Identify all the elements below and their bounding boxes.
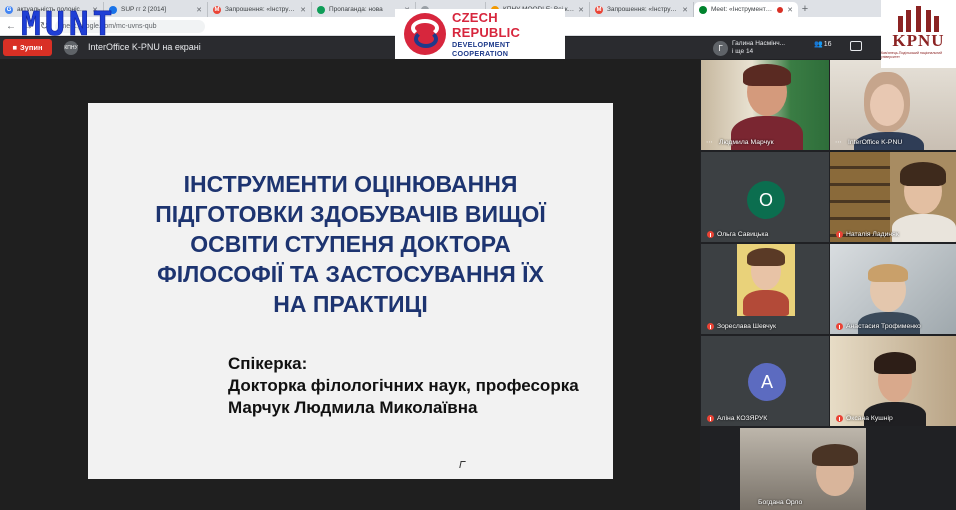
back-arrow-icon[interactable]: ← [6, 21, 16, 32]
participant-name: Ольга Савицька [707, 231, 768, 238]
czech-development-cooperation-logo: CZECH REPUBLIC DEVELOPMENT COOPERATION [395, 9, 565, 59]
browser-tab[interactable]: M Запрошення: «Інструменти✕ [590, 2, 694, 17]
logo-line1: CZECH REPUBLIC [452, 10, 521, 40]
person-hair [812, 444, 858, 466]
megaphone-icon [317, 5, 325, 14]
recording-icon [777, 6, 784, 13]
mouse-cursor-icon [459, 461, 466, 468]
participant-tile[interactable]: А Аліна КОЗЯРУК [701, 336, 829, 426]
speaker-heading: Спікерка: [228, 354, 308, 373]
stop-presenting-label: Зупин [19, 43, 43, 52]
more-options-icon[interactable]: ⋯ [835, 138, 842, 146]
czech-emblem-icon [404, 13, 446, 55]
participant-tile[interactable]: Богдана Орло [740, 428, 866, 510]
participant-count: 16 [823, 40, 832, 48]
participant-tile[interactable]: Наталія Ладиняк [830, 152, 956, 242]
slide-title-line: ІНСТРУМЕНТИ ОЦІНЮВАННЯ [183, 171, 518, 197]
mic-off-icon [836, 415, 843, 422]
slide-title-line: ОСВІТИ СТУПЕНЯ ДОКТОРА [190, 231, 511, 257]
person-hair [747, 248, 785, 266]
kpnu-logo: KPNU Кам'янець-Подільський національний … [881, 0, 956, 68]
tab-label: Запрошення: «Інструменти [607, 6, 679, 13]
slide-title-line: ПІДГОТОВКИ ЗДОБУВАЧІВ ВИЩОЇ [155, 201, 546, 227]
mic-off-icon [707, 415, 714, 422]
participant-avatar: А [748, 363, 786, 401]
tab-label: SUP гг 2 [2014] [121, 6, 167, 13]
kpnu-text: KPNU [892, 31, 945, 50]
person-hair [900, 162, 946, 186]
person-face [870, 84, 904, 126]
university-building-icon [896, 6, 942, 32]
participant-tile[interactable]: Оксана Кушнір [830, 336, 956, 426]
mic-off-icon [836, 231, 843, 238]
person-hair [743, 64, 791, 86]
participants-summary[interactable]: Г Галина Насмінч... і ще 14 [713, 37, 801, 59]
bookshelf-background [830, 152, 890, 242]
person-body [864, 402, 926, 426]
slide-speaker: Спікерка: Докторка філологічних наук, пр… [228, 353, 579, 419]
person-body [892, 214, 956, 242]
browser-tab[interactable]: M Запрошення: «Інструменти✕ [208, 2, 312, 17]
participant-tile[interactable]: Зореслава Шевчук [701, 244, 829, 334]
stop-icon: ■ [12, 43, 17, 52]
screen: Gактуальність полоністики ✕ SUP гг 2 [201… [0, 0, 956, 510]
mic-off-icon [707, 323, 714, 330]
munt-watermark: MUNT [21, 4, 117, 44]
mic-off-icon [707, 231, 714, 238]
tab-label: Meet: «Інструменти о [711, 6, 774, 13]
gmail-icon: M [213, 5, 221, 14]
participant-avatar: Г [713, 40, 728, 56]
slide-title-line: ФІЛОСОФІЇ ТА ЗАСТОСУВАННЯ ЇХ [157, 261, 544, 287]
tab-label: Пропаганда: нова [329, 6, 383, 13]
close-icon[interactable]: ✕ [682, 6, 688, 14]
participant-name: Наталія Ладиняк [836, 231, 899, 238]
participant-summary-line1: Галина Насмінч... [732, 40, 786, 47]
logo-line2: DEVELOPMENT COOPERATION [452, 40, 511, 58]
slide-title-line: НА ПРАКТИЦІ [273, 291, 428, 317]
participant-tile[interactable]: ⋯ Людмила Марчук [701, 60, 829, 150]
participant-name: Анастасия Трофименко [836, 323, 921, 330]
participants-button[interactable]: 👥 16 [814, 40, 832, 49]
participant-tile[interactable]: Анастасия Трофименко [830, 244, 956, 334]
participant-name: Зореслава Шевчук [707, 323, 776, 330]
participant-summary-line2: і ще 14 [732, 48, 754, 55]
meet-icon [699, 5, 707, 14]
people-icon: 👥 [814, 41, 823, 48]
person-body [743, 290, 789, 316]
speaker-name: Марчук Людмила Миколаївна [228, 398, 478, 417]
chat-icon[interactable] [850, 41, 862, 51]
browser-tab-active[interactable]: Meet: «Інструменти о ✕ [694, 2, 798, 17]
participant-tile[interactable]: О Ольга Савицька [701, 152, 829, 242]
browser-tab[interactable]: SUP гг 2 [2014] ✕ [104, 2, 208, 17]
participant-name: Аліна КОЗЯРУК [707, 415, 767, 422]
close-icon[interactable]: ✕ [196, 6, 202, 14]
participant-name: Богдана Орло [758, 499, 803, 506]
slide-title: ІНСТРУМЕНТИ ОЦІНЮВАННЯ ПІДГОТОВКИ ЗДОБУВ… [88, 169, 613, 319]
gmail-icon: M [595, 5, 603, 14]
participant-name: Оксана Кушнір [836, 415, 893, 422]
person-hair [874, 352, 916, 374]
presentation-slide: ІНСТРУМЕНТИ ОЦІНЮВАННЯ ПІДГОТОВКИ ЗДОБУВ… [88, 103, 613, 479]
google-icon: G [5, 5, 13, 14]
tab-label: Запрошення: «Інструменти [225, 6, 297, 13]
new-tab-button[interactable]: + [798, 2, 812, 17]
close-icon[interactable]: ✕ [578, 6, 584, 14]
presentation-area: ІНСТРУМЕНТИ ОЦІНЮВАННЯ ПІДГОТОВКИ ЗДОБУВ… [0, 59, 700, 510]
participant-name: InterOffice K-PNU [848, 139, 903, 146]
kpnu-subtitle: Кам'янець-Подільський національний уніве… [881, 51, 943, 59]
close-icon[interactable]: ✕ [787, 6, 793, 14]
person-hair [868, 264, 908, 282]
mic-off-icon [836, 323, 843, 330]
participant-avatar: О [747, 181, 785, 219]
more-options-icon[interactable]: ⋯ [706, 138, 713, 146]
close-icon[interactable]: ✕ [300, 6, 306, 14]
participant-tile[interactable]: ⋯ InterOffice K-PNU [830, 60, 956, 150]
participant-name: Людмила Марчук [719, 139, 774, 146]
speaker-degree: Докторка філологічних наук, професорка [228, 376, 579, 395]
